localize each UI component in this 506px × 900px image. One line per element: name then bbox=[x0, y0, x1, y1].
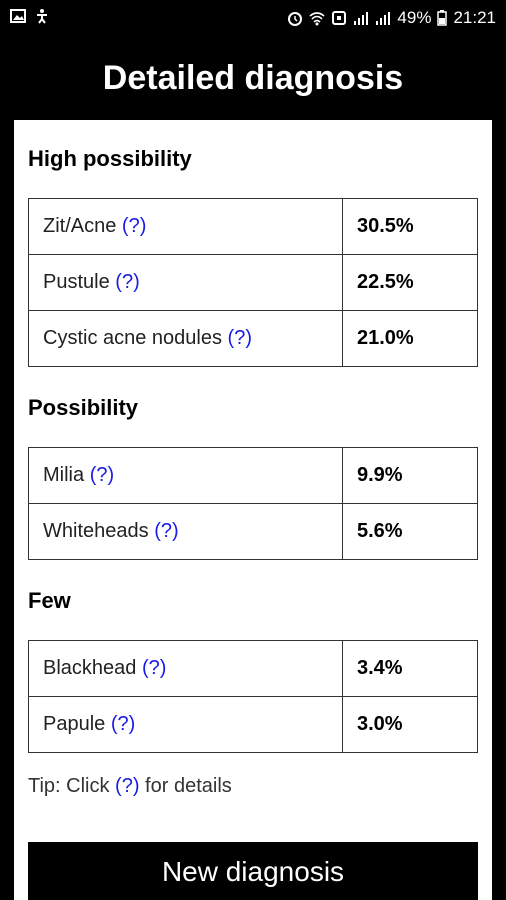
alarm-icon bbox=[287, 10, 303, 26]
help-link[interactable]: (?) bbox=[122, 215, 146, 237]
probability-value: 30.5% bbox=[342, 198, 478, 255]
battery-percent: 49% bbox=[397, 8, 432, 27]
diagnosis-screen: Detailed diagnosis High possibility Zit/… bbox=[14, 36, 492, 900]
wifi-icon bbox=[309, 10, 325, 26]
help-link[interactable]: (?) bbox=[115, 271, 139, 293]
probability-value: 5.6% bbox=[342, 503, 478, 560]
new-diagnosis-button[interactable]: New diagnosis bbox=[28, 842, 478, 900]
table-row: Milia (?) 9.9% bbox=[28, 447, 478, 504]
status-bar: 49% 21:21 bbox=[0, 0, 506, 36]
signal-2-icon bbox=[375, 10, 391, 26]
page-title: Detailed diagnosis bbox=[14, 36, 492, 120]
probability-value: 21.0% bbox=[342, 310, 478, 367]
image-notification-icon bbox=[10, 8, 26, 24]
results-table-high: Zit/Acne (?) 30.5% Pustule (?) 22.5% Cys… bbox=[28, 198, 478, 367]
table-row: Cystic acne nodules (?) 21.0% bbox=[28, 310, 478, 367]
section-title-few: Few bbox=[28, 588, 71, 613]
probability-value: 3.4% bbox=[342, 640, 478, 697]
help-link[interactable]: (?) bbox=[142, 657, 166, 679]
condition-name: Whiteheads bbox=[43, 520, 149, 542]
tip-help-link[interactable]: (?) bbox=[115, 775, 139, 797]
help-link[interactable]: (?) bbox=[90, 464, 114, 486]
clock: 21:21 bbox=[453, 8, 496, 27]
help-link[interactable]: (?) bbox=[154, 520, 178, 542]
table-row: Papule (?) 3.0% bbox=[28, 696, 478, 753]
condition-name: Milia bbox=[43, 464, 85, 486]
signal-icon bbox=[353, 10, 369, 26]
probability-value: 9.9% bbox=[342, 447, 478, 504]
condition-name: Blackhead bbox=[43, 657, 137, 679]
condition-name: Zit/Acne bbox=[43, 215, 117, 237]
accessibility-notification-icon bbox=[34, 8, 50, 24]
battery-icon bbox=[437, 10, 448, 26]
tip-text: Tip: Click (?) for details bbox=[28, 775, 478, 798]
results-table-few: Blackhead (?) 3.4% Papule (?) 3.0% bbox=[28, 640, 478, 753]
condition-name: Pustule bbox=[43, 271, 110, 293]
table-row: Whiteheads (?) 5.6% bbox=[28, 503, 478, 560]
table-row: Zit/Acne (?) 30.5% bbox=[28, 198, 478, 255]
condition-name: Cystic acne nodules bbox=[43, 327, 222, 349]
results-table-possibility: Milia (?) 9.9% Whiteheads (?) 5.6% bbox=[28, 447, 478, 560]
help-link[interactable]: (?) bbox=[228, 327, 252, 349]
results-content: High possibility Zit/Acne (?) 30.5% Pust… bbox=[14, 120, 492, 798]
probability-value: 3.0% bbox=[342, 696, 478, 753]
condition-name: Papule bbox=[43, 713, 106, 735]
table-row: Pustule (?) 22.5% bbox=[28, 254, 478, 311]
section-title-high: High possibility bbox=[28, 146, 192, 171]
nfc-icon bbox=[331, 10, 347, 26]
table-row: Blackhead (?) 3.4% bbox=[28, 640, 478, 697]
tip-suffix: for details bbox=[139, 775, 232, 797]
section-title-possibility: Possibility bbox=[28, 395, 139, 420]
tip-prefix: Tip: Click bbox=[28, 775, 116, 797]
help-link[interactable]: (?) bbox=[111, 713, 135, 735]
probability-value: 22.5% bbox=[342, 254, 478, 311]
